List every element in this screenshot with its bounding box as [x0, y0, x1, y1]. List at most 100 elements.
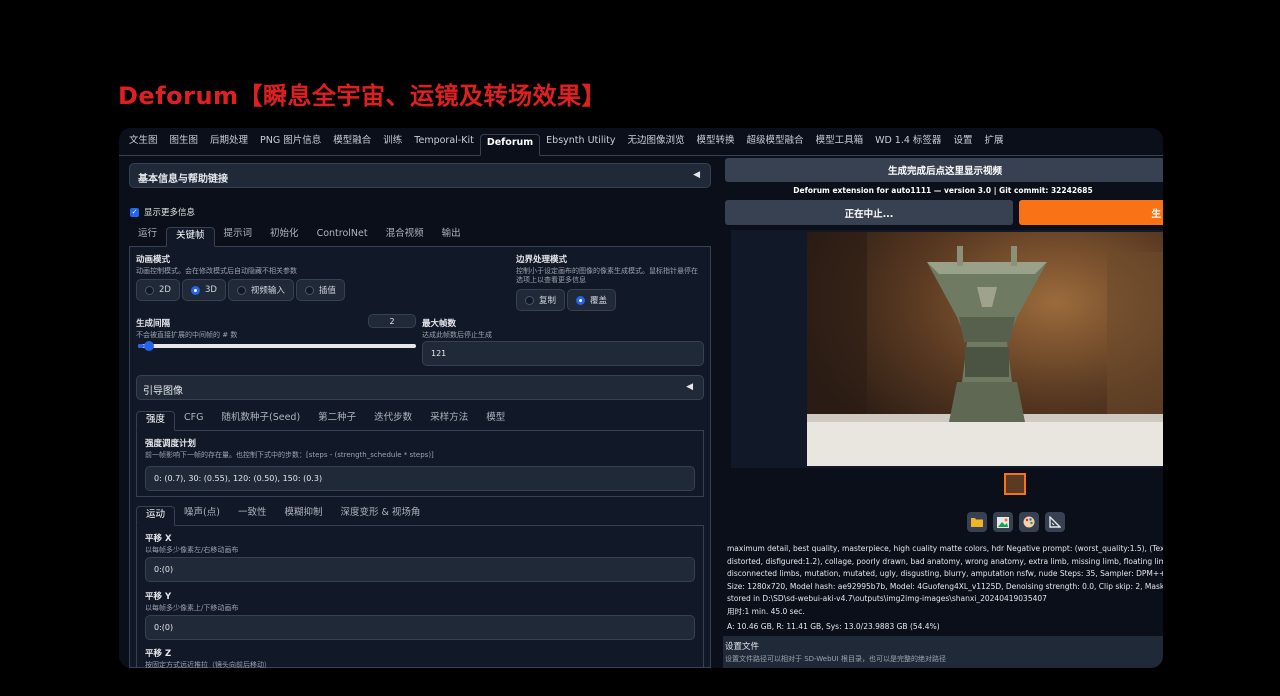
folder-icon[interactable]: [967, 512, 987, 532]
motion-tab-2[interactable]: 一致性: [229, 505, 276, 525]
motion-tab-1[interactable]: 噪声(点): [175, 505, 229, 525]
generation-info-line: distorted, disfigured:1.2), collage, poo…: [727, 556, 1163, 566]
top-tab-7[interactable]: Deforum: [479, 134, 541, 156]
webui-window: 文生图 图生图 后期处理 PNG 图片信息 模型融合 训练 Temporal-Kit Defo…: [119, 128, 1163, 668]
top-tab-5[interactable]: 训练: [377, 133, 408, 155]
collapse-triangle-icon[interactable]: ◀: [693, 170, 700, 180]
translation-y-desc: 以每帧多少像素上/下移动画布: [145, 604, 239, 612]
radio-dot-icon: [304, 285, 314, 295]
settings-file-block: 设置文件 设置文件路径可以相对于 SD-WebUI 根目录，也可以是完整的绝对路…: [723, 636, 1163, 668]
settings-file-title: 设置文件: [725, 642, 760, 652]
show-more-label: 显示更多信息: [144, 208, 196, 218]
sub-tab-2[interactable]: 提示词: [215, 226, 262, 246]
show-more-row[interactable]: ✓ 显示更多信息: [130, 206, 195, 218]
motion-tab-3[interactable]: 模糊抑制: [275, 505, 331, 525]
cadence-number-input[interactable]: 2: [368, 314, 416, 328]
palette-icon[interactable]: [1019, 512, 1039, 532]
param-tab-6[interactable]: 模型: [477, 410, 514, 430]
output-image-bronze-vessel[interactable]: [807, 232, 1163, 466]
ruler-icon[interactable]: [1045, 512, 1065, 532]
sub-tab-4[interactable]: ControlNet: [308, 226, 377, 246]
translation-x-desc: 以每帧多少像素左/右移动画布: [145, 546, 239, 554]
top-tab-11[interactable]: 超级模型融合: [741, 133, 810, 155]
checkbox-checked-icon[interactable]: ✓: [130, 207, 139, 217]
top-tab-13[interactable]: WD 1.4 标签器: [869, 133, 947, 155]
animation-mode-option-0[interactable]: 2D: [136, 279, 180, 301]
settings-file-desc: 设置文件路径可以相对于 SD-WebUI 根目录，也可以是完整的绝对路径: [725, 655, 946, 663]
bronze-vessel-illustration: [807, 232, 1163, 466]
animation-mode-option-label: 2D: [159, 285, 171, 295]
top-tab-bar: 文生图 图生图 后期处理 PNG 图片信息 模型融合 训练 Temporal-Kit Defo…: [119, 128, 1163, 156]
max-frames-desc: 达成此帧数后停止生成: [422, 331, 492, 339]
motion-tab-4[interactable]: 深度变形 & 视场角: [331, 505, 429, 525]
param-tab-4[interactable]: 迭代步数: [365, 410, 421, 430]
param-tab-0[interactable]: 强度: [136, 411, 176, 431]
param-tab-1[interactable]: CFG: [175, 410, 212, 430]
info-accordion-title: 基本信息与帮助链接: [138, 174, 228, 185]
slide-title: Deforum【瞬息全宇宙、运镜及转场效果】: [118, 82, 607, 110]
radio-dot-icon: [190, 285, 200, 295]
top-tab-10[interactable]: 模型转换: [691, 133, 741, 155]
top-tab-6[interactable]: Temporal-Kit: [408, 133, 480, 155]
motion-tabs: 运动 噪声(点) 一致性 模糊抑制 深度变形 & 视场角: [136, 505, 704, 526]
sub-tab-5[interactable]: 混合视频: [377, 226, 433, 246]
cadence-slider-track[interactable]: [138, 341, 416, 351]
collapse-triangle-icon[interactable]: ◀: [686, 382, 693, 392]
gallery-thumbnail[interactable]: [1004, 473, 1026, 495]
border-mode-desc-2: 选项上以查看更多信息: [516, 276, 586, 284]
cadence-desc: 不会被直接扩展的中间帧的 # 数: [136, 331, 238, 339]
image-icon[interactable]: [993, 512, 1013, 532]
top-tab-9[interactable]: 无边图像浏览: [622, 133, 691, 155]
radio-dot-icon: [525, 295, 534, 305]
generate-video-button[interactable]: 生成完成后点这里显示视频: [725, 158, 1163, 182]
stop-button[interactable]: 正在中止...: [725, 200, 1013, 225]
strength-schedule-input[interactable]: 0: (0.7), 30: (0.55), 120: (0.50), 150: …: [145, 466, 695, 491]
sub-tab-3[interactable]: 初始化: [261, 226, 308, 246]
animation-mode-option-2[interactable]: 视频输入: [227, 279, 294, 301]
generation-info-line: Size: 1280x720, Model hash: ae92995b7b, …: [727, 581, 1163, 591]
border-mode-option-1[interactable]: 覆盖: [567, 289, 617, 311]
animation-mode-radio-group: 2D 3D 视频输入 插值: [136, 279, 347, 301]
motion-panel: 平移 X 以每帧多少像素左/右移动画布 0:(0) 平移 Y 以每帧多少像素上/…: [136, 526, 704, 668]
param-tab-2[interactable]: 随机数种子(Seed): [212, 410, 309, 430]
cadence-slider-thumb[interactable]: [143, 341, 154, 351]
param-tab-3[interactable]: 第二种子: [309, 410, 365, 430]
top-tab-8[interactable]: Ebsynth Utility: [540, 133, 621, 155]
info-accordion[interactable]: 基本信息与帮助链接 ◀: [129, 163, 711, 188]
top-tab-14[interactable]: 设置: [947, 133, 978, 155]
sub-tab-0[interactable]: 运行: [129, 226, 166, 246]
sub-tab-6[interactable]: 输出: [433, 226, 470, 246]
border-mode-option-0[interactable]: 复制: [516, 289, 566, 311]
top-tab-2[interactable]: 后期处理: [204, 133, 254, 155]
top-tab-15[interactable]: 扩展: [978, 133, 1009, 155]
translation-y-label: 平移 Y: [145, 592, 172, 602]
deforum-left-panel: 基本信息与帮助链接 ◀ ✓ 显示更多信息 运行 关键帧 提示词 初始化 ControlN…: [127, 160, 717, 668]
animation-mode-option-label: 3D: [204, 285, 217, 295]
translation-y-input[interactable]: 0:(0): [145, 615, 695, 640]
generate-button[interactable]: 生: [1019, 200, 1163, 225]
memory-usage: A: 10.46 GB, R: 11.41 GB, Sys: 13.0/23.9…: [727, 622, 940, 631]
output-action-icons: [967, 512, 1065, 532]
top-tab-4[interactable]: 模型融合: [327, 133, 377, 155]
animation-mode-option-3[interactable]: 插值: [295, 279, 345, 301]
border-mode-radio-group: 复制 覆盖: [516, 289, 618, 311]
animation-mode-desc: 动画控制模式。会在修改模式后自动隐藏不相关参数: [136, 267, 297, 275]
guided-images-accordion[interactable]: 引导图像 ◀: [136, 375, 704, 400]
animation-mode-option-1[interactable]: 3D: [181, 279, 226, 301]
deforum-right-panel: 生成完成后点这里显示视频 Deforum extension for auto1…: [723, 158, 1163, 668]
generation-info-line: stored in D:\SD\sd-webui-aki-v4.7\output…: [727, 594, 1047, 603]
guided-images-title: 引导图像: [143, 386, 183, 397]
param-tab-5[interactable]: 采样方法: [421, 410, 477, 430]
translation-z-label: 平移 Z: [145, 649, 172, 659]
top-tab-12[interactable]: 模型工具箱: [810, 133, 870, 155]
top-tab-0[interactable]: 文生图: [123, 133, 164, 155]
radio-dot-icon: [145, 285, 154, 295]
translation-x-input[interactable]: 0:(0): [145, 557, 695, 582]
top-tab-1[interactable]: 图生图: [164, 133, 205, 155]
strength-schedule-label: 强度调度计划: [145, 439, 197, 449]
motion-tab-0[interactable]: 运动: [136, 506, 176, 526]
border-mode-option-label: 覆盖: [590, 296, 608, 306]
sub-tab-1[interactable]: 关键帧: [166, 227, 215, 247]
top-tab-3[interactable]: PNG 图片信息: [254, 133, 327, 155]
max-frames-input[interactable]: 121: [422, 341, 704, 366]
